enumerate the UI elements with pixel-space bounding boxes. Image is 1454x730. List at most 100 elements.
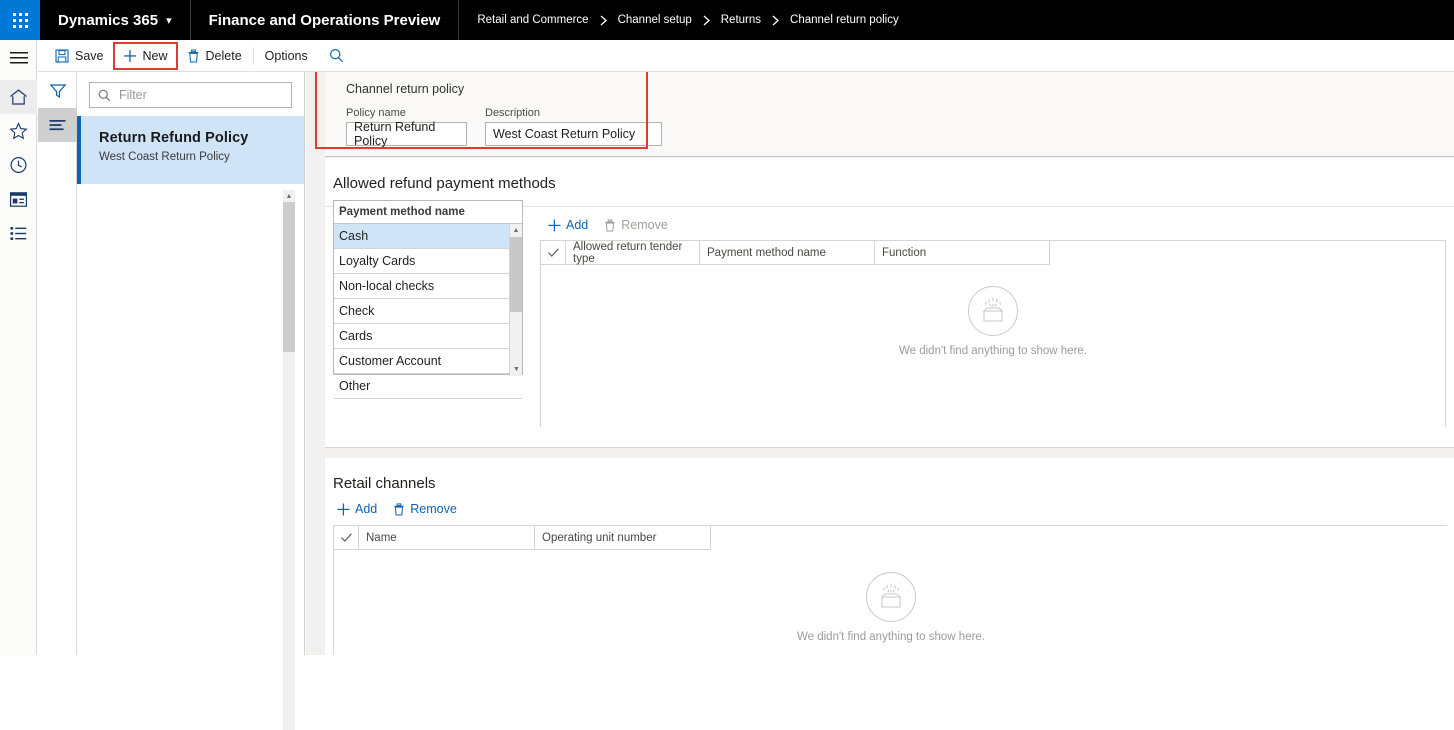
list-item[interactable]: Return Refund Policy West Coast Return P… (77, 116, 304, 184)
brand-dynamics365[interactable]: Dynamics 365 ▾ (40, 0, 191, 40)
payment-method-row[interactable]: Cash (334, 224, 522, 249)
grid-column-header[interactable]: Allowed return tender type (566, 241, 700, 265)
add-button[interactable]: Add (545, 214, 591, 236)
remove-button[interactable]: Remove (390, 498, 460, 520)
sidebar-item-home[interactable] (0, 80, 37, 114)
payment-list-scrollbar[interactable]: ▲ ▼ (509, 224, 522, 376)
new-label: New (142, 48, 168, 63)
payment-method-row[interactable]: Cards (334, 324, 522, 349)
scroll-down-icon[interactable]: ▼ (510, 363, 523, 376)
top-navigation-bar: Dynamics 365 ▾ Finance and Operations Pr… (0, 0, 1454, 40)
payment-method-list-header: Payment method name (334, 201, 522, 224)
sidebar-item-favorites[interactable] (0, 114, 37, 148)
main-content-area: Channel return policy Policy name Return… (306, 72, 1454, 655)
list-scrollbar[interactable]: ▲ (283, 190, 295, 730)
scroll-up-icon[interactable]: ▲ (283, 190, 295, 202)
record-list-panel: Return Refund Policy West Coast Return P… (77, 72, 305, 730)
refund-grid-toolbar: Add Remove (545, 214, 671, 236)
breadcrumb-item-0[interactable]: Retail and Commerce (477, 14, 588, 26)
plus-icon (337, 503, 350, 516)
chevron-right-icon (702, 15, 711, 26)
scroll-thumb[interactable] (283, 202, 295, 352)
options-label: Options (264, 48, 308, 63)
save-icon (55, 48, 69, 63)
grid-body: We didn't find anything to show here. (541, 265, 1445, 427)
section-title: Retail channels (333, 475, 436, 492)
list-item-title: Return Refund Policy (99, 130, 249, 146)
app-launcher-button[interactable] (0, 0, 40, 40)
grid-column-header[interactable]: Operating unit number (535, 526, 711, 550)
workspace-icon (9, 191, 28, 208)
star-icon (9, 122, 28, 140)
breadcrumb-item-1[interactable]: Channel setup (618, 14, 692, 26)
empty-state: We didn't find anything to show here. (334, 572, 1448, 643)
policy-name-label: Policy name (346, 107, 406, 119)
clock-icon (9, 156, 28, 174)
header-card-title: Channel return policy (346, 82, 465, 96)
list-pane-button[interactable] (38, 108, 77, 142)
add-label: Add (355, 502, 378, 516)
checkmark-icon (547, 248, 559, 257)
lines-icon (48, 118, 67, 132)
grid-column-header[interactable]: Function (875, 241, 1050, 265)
filter-input[interactable] (117, 87, 287, 103)
payment-method-row[interactable]: Other (334, 374, 522, 399)
search-button[interactable] (317, 43, 356, 69)
plus-icon (123, 49, 137, 63)
payment-method-row[interactable]: Loyalty Cards (334, 249, 522, 274)
breadcrumb-item-3[interactable]: Channel return policy (790, 14, 899, 26)
scroll-thumb[interactable] (510, 237, 522, 312)
home-icon (9, 88, 28, 106)
empty-state: We didn't find anything to show here. (541, 286, 1445, 357)
retail-channels-section: Retail channels Add Remove Name Operatin… (325, 458, 1454, 655)
header-card: Channel return policy Policy name Return… (325, 72, 1454, 157)
filter-container (77, 72, 304, 116)
select-all-checkbox[interactable] (541, 241, 566, 265)
add-button[interactable]: Add (334, 498, 380, 520)
grid-column-header[interactable]: Payment method name (700, 241, 875, 265)
select-all-checkbox[interactable] (334, 526, 359, 550)
product-label: Finance and Operations Preview (208, 11, 441, 29)
empty-box-icon (968, 286, 1018, 336)
delete-label: Delete (205, 48, 242, 63)
plus-icon (548, 219, 561, 232)
payment-method-row[interactable]: Non-local checks (334, 274, 522, 299)
sidebar-item-recent[interactable] (0, 148, 37, 182)
payment-method-row[interactable]: Customer Account (334, 349, 522, 374)
filter-pane-button[interactable] (38, 74, 77, 108)
checkmark-icon (340, 533, 352, 542)
payment-method-row[interactable]: Check (334, 299, 522, 324)
chevron-right-icon (599, 15, 608, 26)
delete-button[interactable]: Delete (178, 43, 251, 69)
filter-box[interactable] (89, 82, 292, 108)
description-field: Description West Coast Return Policy (485, 107, 662, 146)
list-item-subtitle: West Coast Return Policy (99, 151, 230, 163)
remove-label: Remove (621, 218, 668, 232)
chevron-right-icon (771, 15, 780, 26)
search-icon (329, 48, 344, 63)
save-button[interactable]: Save (46, 43, 113, 69)
sidebar-item-modules[interactable] (0, 216, 37, 250)
options-button[interactable]: Options (256, 43, 317, 69)
save-label: Save (75, 48, 104, 63)
payment-method-list: Payment method name Cash Loyalty Cards N… (333, 200, 523, 399)
grid-column-header[interactable]: Name (359, 526, 535, 550)
hamburger-menu-button[interactable] (0, 40, 37, 74)
add-label: Add (566, 218, 589, 232)
remove-button[interactable]: Remove (601, 214, 671, 236)
breadcrumb: Retail and Commerce Channel setup Return… (459, 0, 916, 40)
sidebar-item-workspaces[interactable] (0, 182, 37, 216)
left-navigation-rail (0, 40, 37, 655)
toolbar-divider (252, 46, 254, 65)
scroll-up-icon[interactable]: ▲ (510, 224, 522, 237)
policy-name-input[interactable]: Return Refund Policy (346, 120, 467, 148)
breadcrumb-item-2[interactable]: Returns (721, 14, 761, 26)
remove-label: Remove (410, 502, 457, 516)
description-label: Description (485, 107, 541, 119)
new-button[interactable]: New (112, 41, 178, 70)
retail-channels-grid: Name Operating unit number We didn't fin… (333, 525, 1447, 655)
app-launcher-icon (12, 12, 28, 28)
brand-label: Dynamics 365 (58, 11, 159, 29)
description-input[interactable]: West Coast Return Policy (485, 122, 662, 146)
search-icon (98, 89, 111, 102)
